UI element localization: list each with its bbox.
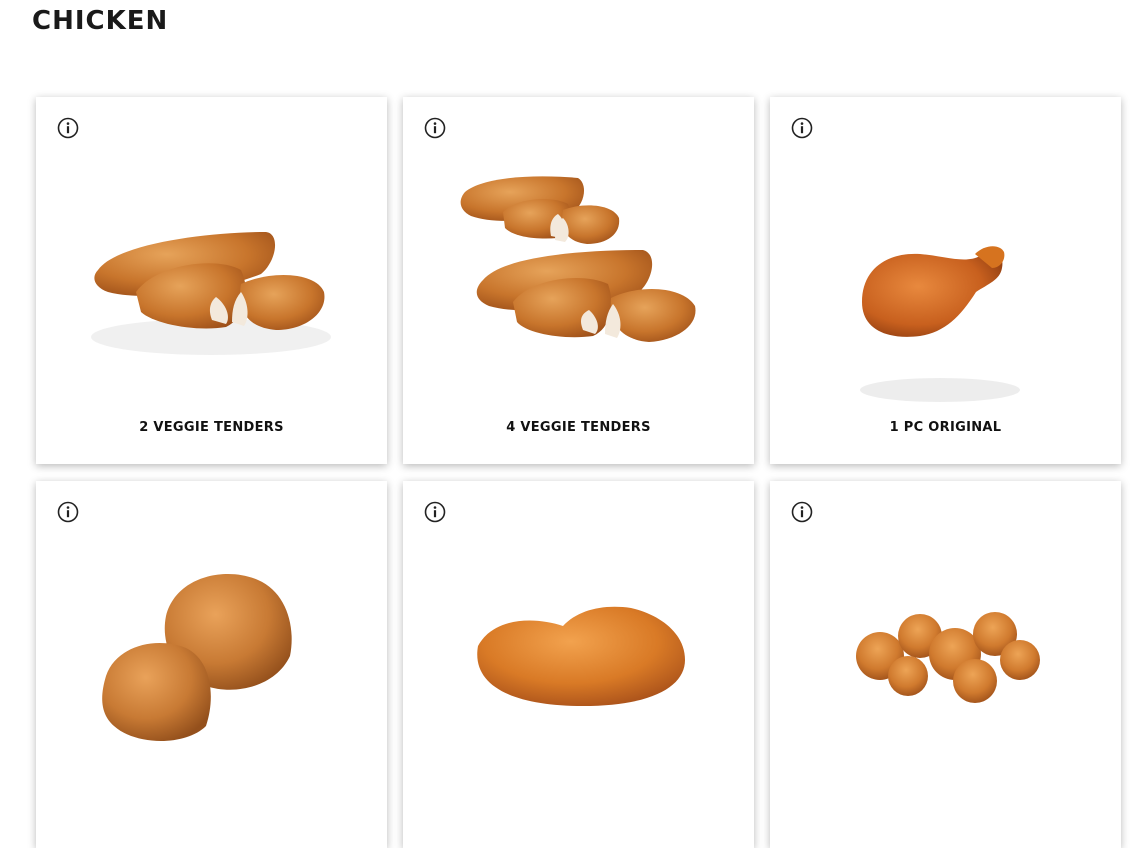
product-card[interactable]: 4 VEGGIE TENDERS <box>403 97 754 464</box>
section-title: CHICKEN <box>32 6 169 36</box>
product-image <box>102 574 292 741</box>
product-image <box>460 176 696 342</box>
info-icon[interactable] <box>424 117 446 139</box>
product-name: 2 VEGGIE TENDERS <box>139 420 284 435</box>
product-card[interactable] <box>36 481 387 848</box>
info-icon[interactable] <box>57 501 79 523</box>
product-card[interactable] <box>403 481 754 848</box>
product-image <box>477 606 685 706</box>
info-icon[interactable] <box>791 117 813 139</box>
info-icon[interactable] <box>57 117 79 139</box>
product-grid: 2 VEGGIE TENDERS 4 VEGGIE TENDERS 1 PC O… <box>36 97 1121 848</box>
info-icon[interactable] <box>424 501 446 523</box>
product-card[interactable]: 2 VEGGIE TENDERS <box>36 97 387 464</box>
product-card[interactable]: 1 PC ORIGINAL <box>770 97 1121 464</box>
info-icon[interactable] <box>791 501 813 523</box>
product-name: 4 VEGGIE TENDERS <box>506 420 651 435</box>
product-image <box>91 232 331 355</box>
product-image <box>856 612 1040 703</box>
product-image <box>860 246 1020 402</box>
product-name: 1 PC ORIGINAL <box>889 420 1002 435</box>
product-card[interactable] <box>770 481 1121 848</box>
